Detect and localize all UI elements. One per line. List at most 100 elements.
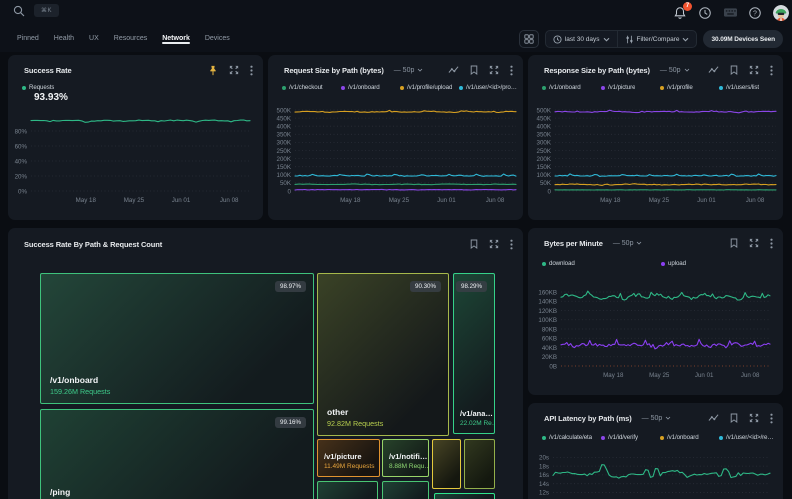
svg-text:May 18: May 18 xyxy=(76,197,97,204)
success-rate-chart: 0%20%40%60%80%May 18May 25Jun 01Jun 08 xyxy=(8,55,263,220)
svg-text:300K: 300K xyxy=(537,140,552,147)
card-success-rate: Success Rate Requests 93.93% 0%20%40%60%… xyxy=(8,55,263,220)
filter-icon xyxy=(625,35,634,44)
svg-text:May 18: May 18 xyxy=(340,197,361,204)
svg-text:12s: 12s xyxy=(539,490,549,497)
tab-bar: Pinned Health UX Resources Network Devices la… xyxy=(0,26,792,52)
card-api-latency: API Latency by Path (ms) — 50p xyxy=(528,403,783,499)
user-avatar[interactable] xyxy=(773,5,789,21)
card-request-size: Request Size by Path (bytes) — 50p xyxy=(268,55,523,220)
bookmark-icon[interactable] xyxy=(470,239,478,249)
svg-text:150K: 150K xyxy=(277,164,292,171)
treemap-box--ping[interactable]: 99.16%/ping xyxy=(40,409,314,499)
tab-pinned[interactable]: Pinned xyxy=(17,29,39,50)
treemap-request-count: 92.82M Requests xyxy=(327,419,383,428)
treemap-path: /v1/notifi… xyxy=(389,452,429,461)
card-header: Success Rate By Path & Request Count xyxy=(24,238,513,250)
search-area[interactable]: ⌘K xyxy=(13,4,59,17)
chevron-down-icon xyxy=(603,37,610,42)
svg-text:60KB: 60KB xyxy=(542,336,557,343)
treemap-box--v1-ana-[interactable]: 98.29% /v1/ana…22.02M Re… xyxy=(453,273,495,434)
svg-text:450K: 450K xyxy=(277,115,292,122)
treemap-path: other xyxy=(327,407,383,417)
help-icon: ? xyxy=(748,6,762,20)
treemap-box[interactable] xyxy=(464,439,495,489)
avatar-image xyxy=(773,5,789,21)
keyboard-icon xyxy=(723,6,738,19)
treemap-path: /v1/ana… xyxy=(460,409,495,418)
time-filter-group: last 30 days Filter/Compare xyxy=(545,30,698,48)
request-size-chart: 050K100K150K200K250K300K350K400K450K500K… xyxy=(268,55,523,220)
svg-text:450K: 450K xyxy=(537,115,552,122)
card-bytes-per-minute: Bytes per Minute — 50p downloadupload 0B… xyxy=(528,228,783,395)
treemap-label: /v1/notifi… 8.88M Requ… xyxy=(389,452,429,470)
treemap-label: /ping xyxy=(50,487,70,497)
svg-text:350K: 350K xyxy=(537,132,552,139)
treemap-box[interactable] xyxy=(432,439,461,489)
svg-text:200K: 200K xyxy=(537,156,552,163)
svg-text:20KB: 20KB xyxy=(542,354,557,361)
svg-text:80%: 80% xyxy=(15,128,28,135)
tab-health[interactable]: Health xyxy=(54,29,74,50)
history-button[interactable] xyxy=(698,6,713,21)
svg-text:?: ? xyxy=(753,10,757,17)
svg-text:May 18: May 18 xyxy=(600,197,621,204)
toolbar: last 30 days Filter/Compare 30.09M Devic xyxy=(519,26,783,52)
expand-icon[interactable] xyxy=(489,239,499,249)
treemap-box-other[interactable]: 90.30%other92.82M Requests xyxy=(317,273,449,436)
treemap-box[interactable] xyxy=(382,481,429,499)
treemap-label: /v1/ana…22.02M Re… xyxy=(460,409,495,427)
treemap-request-count: 8.88M Requ… xyxy=(389,463,429,470)
search-shortcut-badge: ⌘K xyxy=(34,4,59,17)
svg-text:May 25: May 25 xyxy=(649,372,670,379)
treemap-label: /v1/picture11.49M Requests xyxy=(324,452,374,470)
svg-text:150K: 150K xyxy=(537,164,552,171)
more-menu-icon[interactable] xyxy=(510,239,513,250)
success-rate-badge: 98.97% xyxy=(275,281,306,292)
svg-text:0B: 0B xyxy=(549,363,557,370)
svg-text:100K: 100K xyxy=(277,172,292,179)
treemap-box--v1-notifi-[interactable]: /v1/notifi… 8.88M Requ… xyxy=(382,439,429,477)
svg-text:160KB: 160KB xyxy=(538,289,557,296)
treemap-box[interactable] xyxy=(434,493,495,499)
svg-text:100KB: 100KB xyxy=(538,317,557,324)
help-button[interactable]: ? xyxy=(748,6,763,21)
api-latency-chart: 0s2s4s6s8s10s12s14s16s18s20sMay 18May 25… xyxy=(528,403,783,499)
treemap-box[interactable] xyxy=(317,481,378,499)
svg-text:Jun 01: Jun 01 xyxy=(695,372,714,379)
shortcuts-button[interactable] xyxy=(723,6,738,21)
tab-network[interactable]: Network xyxy=(162,29,190,50)
svg-text:500K: 500K xyxy=(537,107,552,114)
treemap-box--v1-picture[interactable]: /v1/picture11.49M Requests xyxy=(317,439,380,477)
success-rate-badge: 98.29% xyxy=(456,281,487,292)
svg-text:14s: 14s xyxy=(539,481,549,488)
notifications-button[interactable]: 7 xyxy=(673,6,688,21)
treemap-label: other 92.82M Requests xyxy=(327,407,383,428)
svg-text:140KB: 140KB xyxy=(538,299,557,306)
time-range-dropdown[interactable]: last 30 days xyxy=(546,31,617,47)
svg-text:20%: 20% xyxy=(15,173,28,180)
svg-text:500K: 500K xyxy=(277,107,292,114)
clock-icon xyxy=(698,6,712,20)
svg-text:120KB: 120KB xyxy=(538,308,557,315)
devices-seen-badge: 30.09M Devices Seen xyxy=(703,30,783,48)
svg-text:60%: 60% xyxy=(15,143,28,150)
svg-text:50K: 50K xyxy=(540,180,552,187)
svg-text:18s: 18s xyxy=(539,463,549,470)
layout-grid-button[interactable] xyxy=(519,30,539,48)
treemap-box--v1-onboard[interactable]: 98.97% /v1/onboard 159.26M Requests xyxy=(40,273,314,404)
svg-text:250K: 250K xyxy=(277,148,292,155)
treemap-request-count: 159.26M Requests xyxy=(50,387,110,396)
svg-text:350K: 350K xyxy=(277,132,292,139)
svg-text:Jun 01: Jun 01 xyxy=(697,197,716,204)
svg-text:0: 0 xyxy=(548,188,552,195)
tab-resources[interactable]: Resources xyxy=(114,29,147,50)
search-icon[interactable] xyxy=(13,5,25,17)
svg-text:40%: 40% xyxy=(15,158,28,165)
treemap-path: /v1/onboard xyxy=(50,375,110,385)
filter-compare-dropdown[interactable]: Filter/Compare xyxy=(617,31,697,47)
tab-devices[interactable]: Devices xyxy=(205,29,230,50)
tab-ux[interactable]: UX xyxy=(89,29,99,50)
card-success-by-path: Success Rate By Path & Request Count 98.… xyxy=(8,228,523,499)
svg-text:400K: 400K xyxy=(277,124,292,131)
